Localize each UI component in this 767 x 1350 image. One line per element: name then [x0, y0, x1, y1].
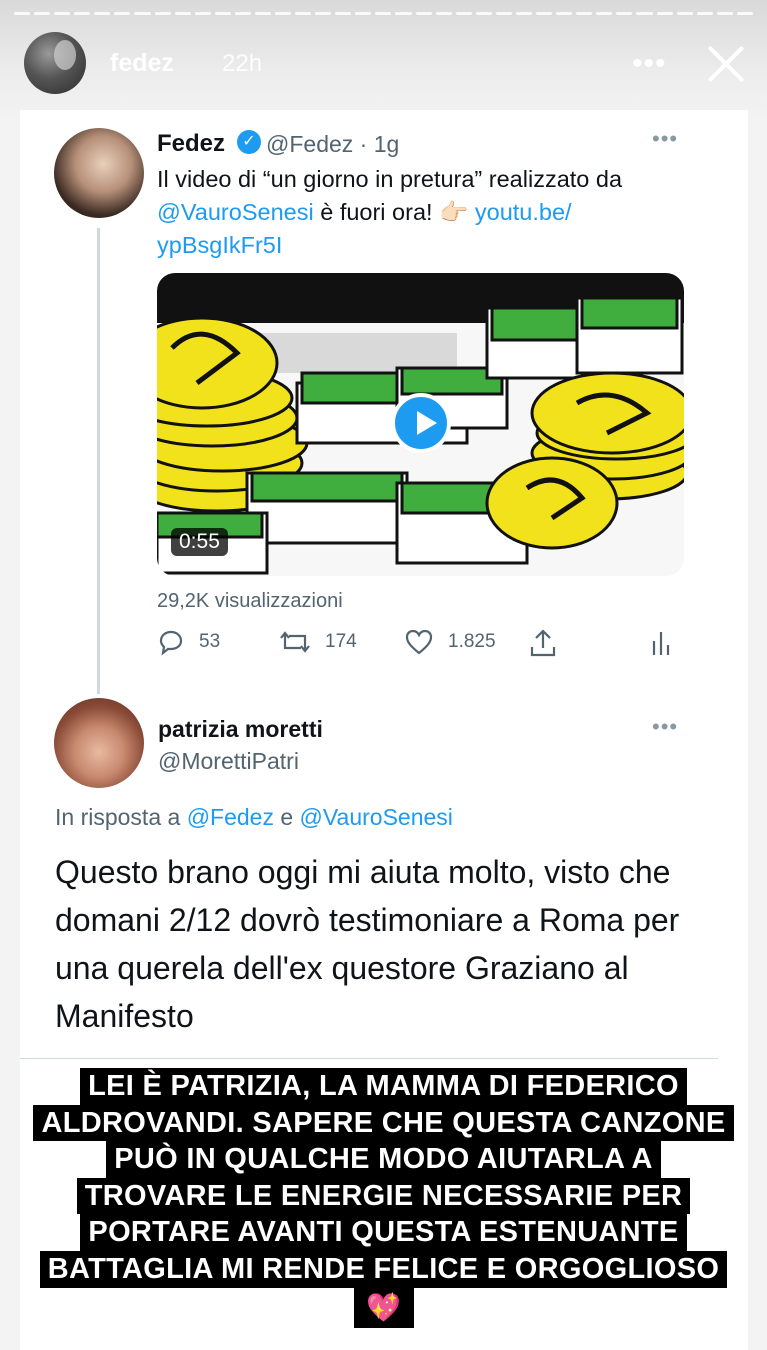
mention-link: @VauroSenesi: [157, 199, 314, 225]
story-caption: LEI È PATRIZIA, LA MAMMA DI FEDERICO ALD…: [0, 1068, 767, 1328]
caption-line: PUÒ IN QUALCHE MODO AIUTARLA A: [106, 1141, 661, 1178]
caption-line: TROVARE LE ENERGIE NECESSARIE PER: [76, 1177, 691, 1215]
tweet-author-name: Fedez: [157, 130, 226, 157]
caption-line: PORTARE AVANTI QUESTA ESTENUANTE: [80, 1214, 687, 1251]
heart-icon: [405, 629, 433, 655]
analytics-icon: [652, 632, 670, 655]
close-icon[interactable]: [704, 42, 748, 86]
reply-mention-vauro: @VauroSenesi: [299, 804, 453, 830]
reply-icon: [159, 630, 183, 656]
play-button-icon[interactable]: [391, 393, 451, 453]
like-action[interactable]: 1.825: [404, 628, 496, 656]
reply-count: 53: [199, 631, 221, 652]
tweet-author-handle: @Fedez · 1g: [266, 131, 400, 157]
story-progress-bar: [14, 12, 753, 15]
tweet-actions: 53 174 1.825: [157, 628, 687, 664]
story-header: fedez 22h •••: [24, 32, 749, 94]
reply-action[interactable]: 53: [157, 628, 220, 656]
caption-line: BATTAGLIA MI RENDE FELICE E ORGOGLIOSO: [39, 1250, 728, 1288]
thread-line: [97, 228, 100, 694]
reply-author-name: patrizia moretti: [158, 716, 323, 742]
caption-line: ALDROVANDI. SAPERE CHE QUESTA CANZONE: [33, 1104, 734, 1142]
verified-badge-icon: ✓: [237, 130, 261, 154]
story-avatar[interactable]: [24, 32, 86, 94]
share-icon: [530, 629, 556, 657]
story-username[interactable]: fedez: [110, 49, 174, 78]
reply-author-handle: @MorettiPatri: [158, 748, 299, 774]
analytics-action[interactable]: [651, 628, 685, 656]
divider: [20, 1058, 718, 1059]
retweet-icon: [280, 631, 310, 653]
reply-mention-fedez: @Fedez: [186, 804, 274, 830]
caption-line: LEI È PATRIZIA, LA MAMMA DI FEDERICO: [80, 1068, 687, 1105]
tweet-text: Il video di “un giorno in pretura” reali…: [157, 166, 623, 258]
reply-more-icon: •••: [652, 714, 679, 739]
view-count: 29,2K visualizzazioni: [157, 590, 343, 612]
like-count: 1.825: [448, 631, 496, 652]
video-link: youtu.be/: [474, 199, 572, 225]
retweet-action[interactable]: 174: [279, 628, 357, 656]
video-duration: 0:55: [171, 528, 228, 556]
share-action[interactable]: [529, 628, 571, 658]
retweet-count: 174: [325, 631, 357, 652]
video-thumbnail: 0:55: [157, 273, 684, 576]
video-link-tail: ypBsgIkFr5I: [157, 232, 283, 258]
story-timestamp: 22h: [222, 50, 263, 77]
tweet-more-icon: •••: [652, 126, 679, 151]
reply-context: In risposta a @Fedez e @VauroSenesi: [55, 804, 453, 830]
sparkling-heart-emoji: 💖: [353, 1287, 414, 1328]
reply-text: Questo brano oggi mi aiuta molto, visto …: [55, 854, 680, 1034]
avatar-fedez: [54, 128, 144, 218]
avatar-patrizia: [54, 698, 144, 788]
more-options-icon[interactable]: •••: [632, 47, 667, 81]
